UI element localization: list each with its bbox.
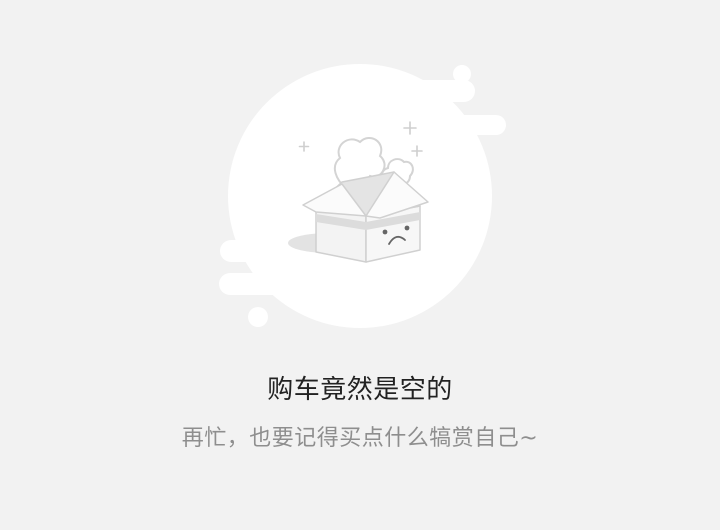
cloud-bar-top-right — [410, 80, 475, 102]
empty-cart-title: 购车竟然是空的 — [267, 375, 453, 405]
cloud-bar-left-1 — [220, 240, 275, 262]
cloud-bar-mid-right — [448, 115, 506, 135]
cloud-bar-left-2 — [219, 273, 311, 295]
cloud-dot-left — [248, 307, 268, 327]
empty-cart-subtitle: 再忙，也要记得买点什么犒赏自己~ — [181, 426, 539, 451]
empty-cart-page: 购车竟然是空的 再忙，也要记得买点什么犒赏自己~ — [0, 0, 720, 530]
empty-cart-box-icon — [219, 64, 506, 328]
cloud-dot-top-right — [453, 65, 471, 83]
